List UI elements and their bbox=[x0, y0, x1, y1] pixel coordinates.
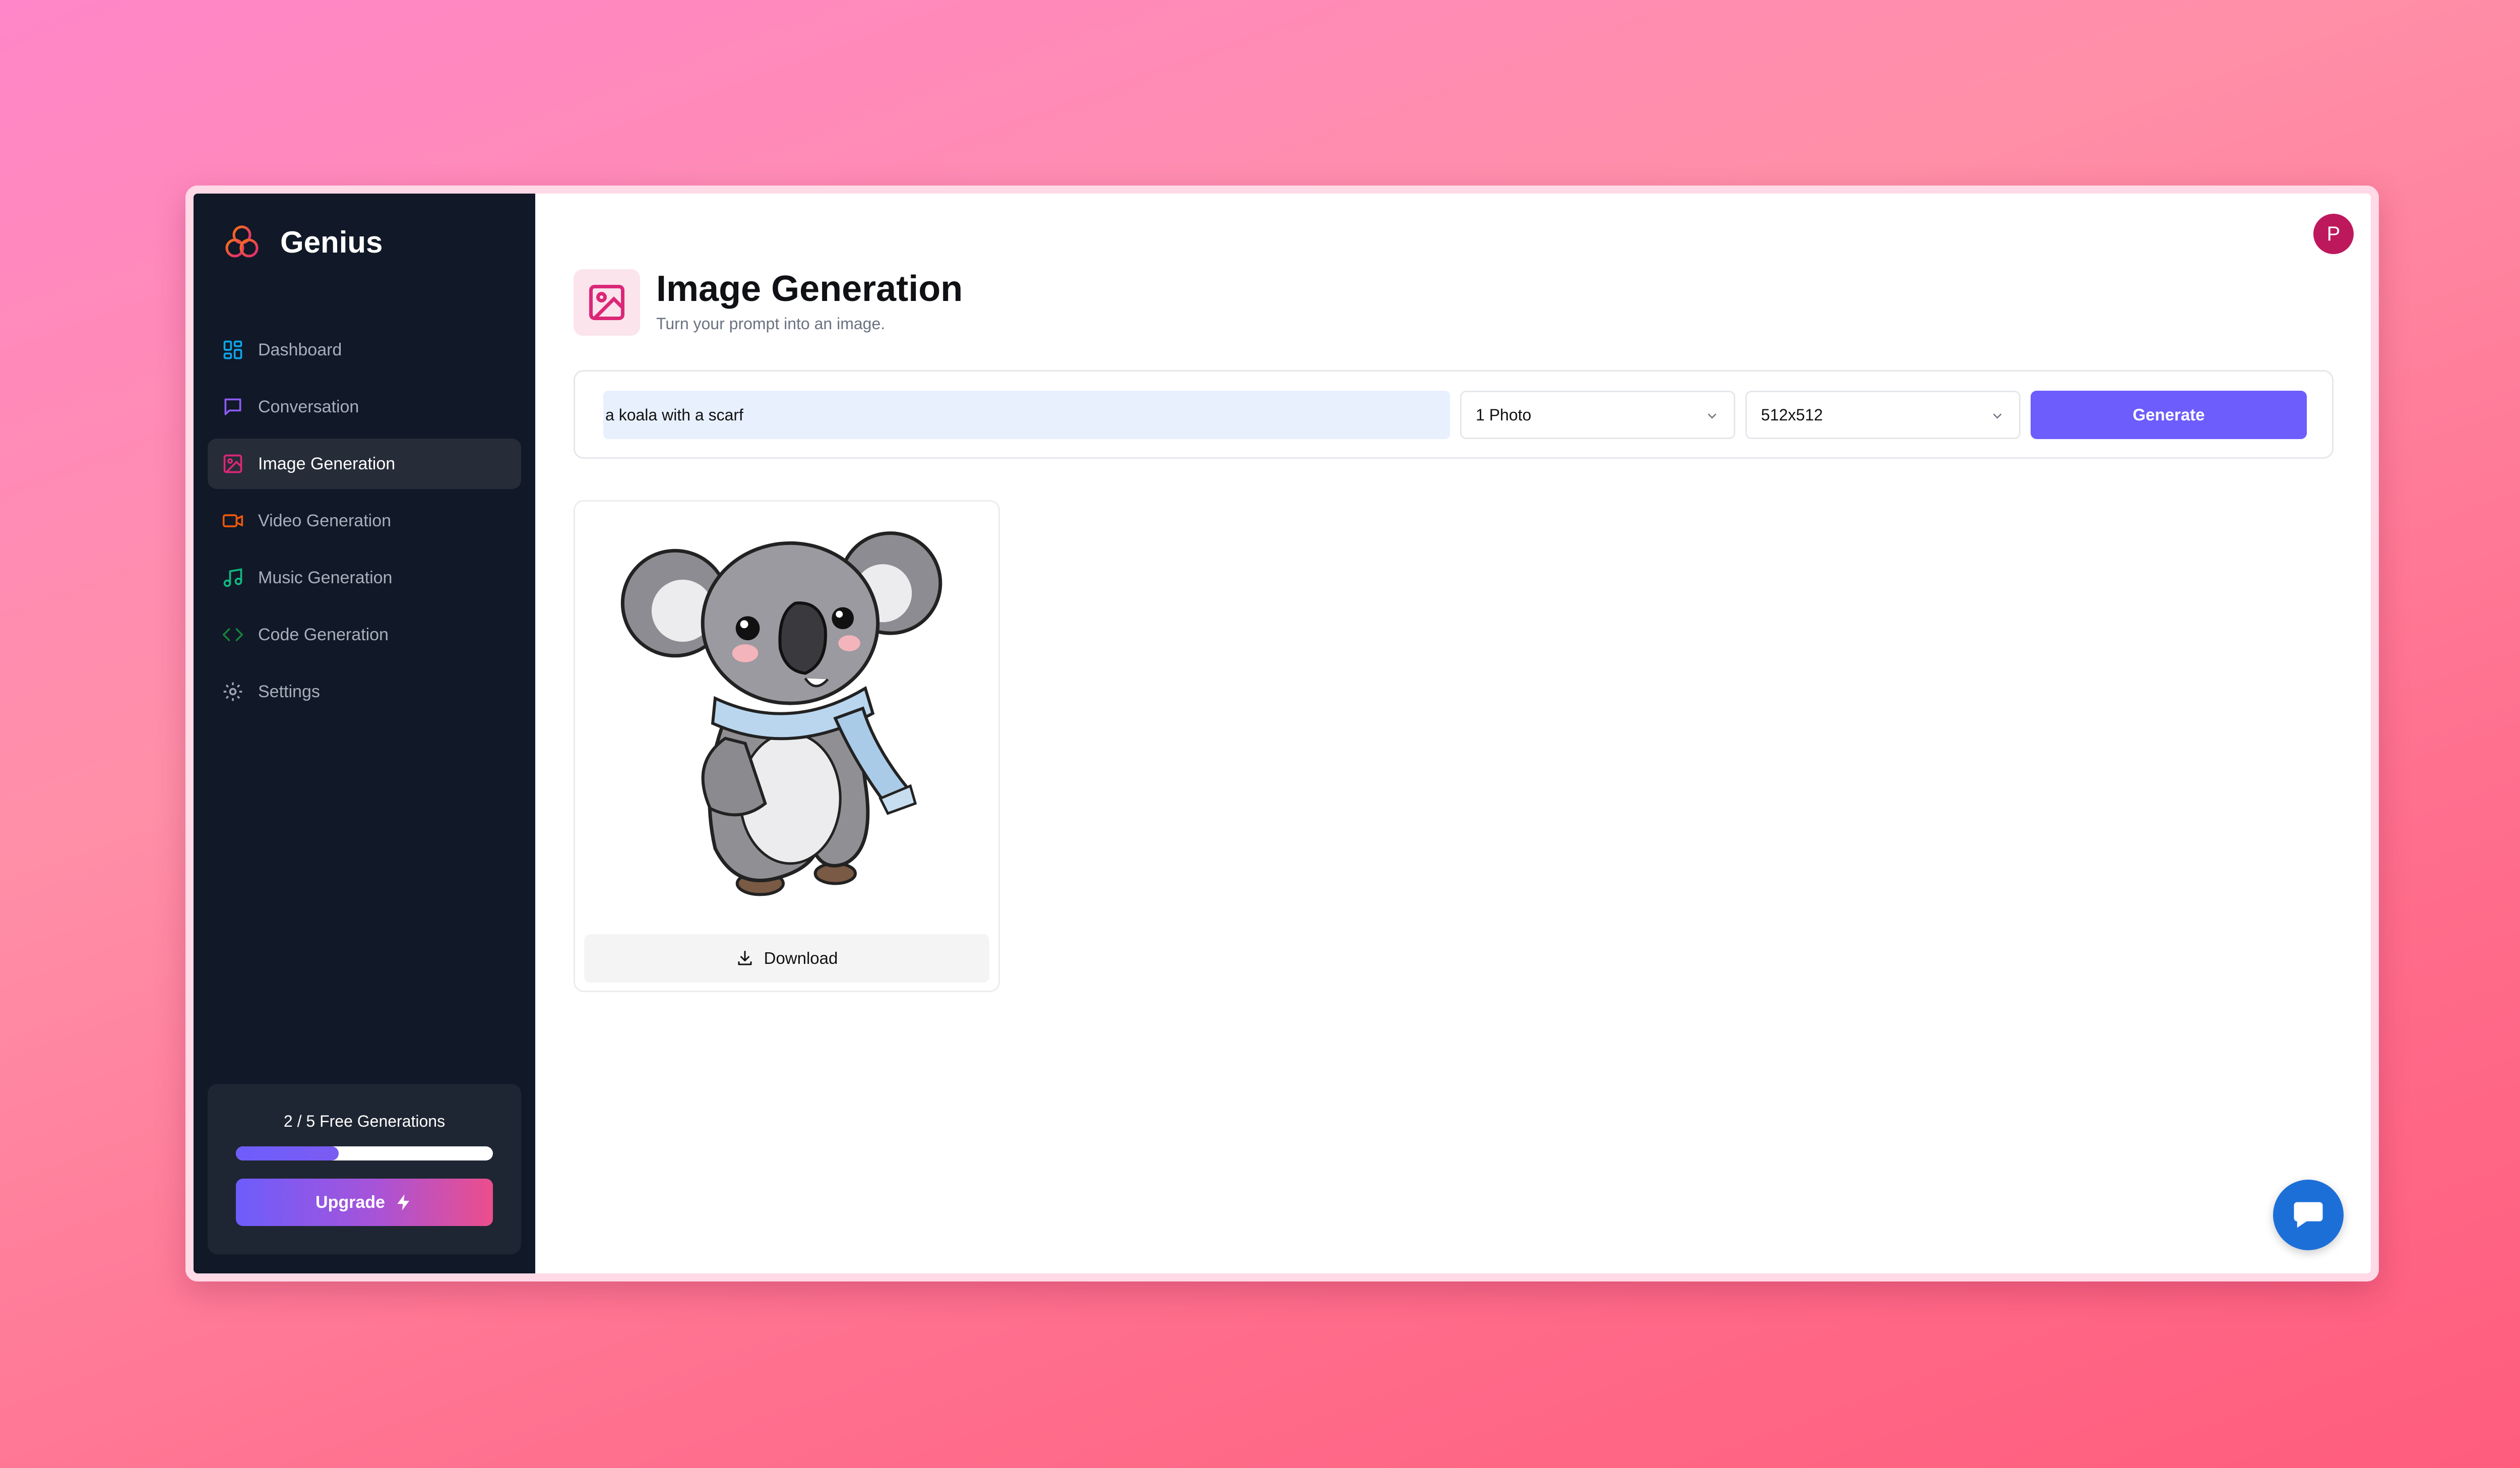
avatar[interactable]: P bbox=[2313, 214, 2354, 254]
sidebar-item-dashboard[interactable]: Dashboard bbox=[208, 325, 521, 375]
sidebar: Genius Dashboard Conversation Image Gene… bbox=[194, 194, 535, 1273]
chat-support-button[interactable] bbox=[2273, 1180, 2344, 1250]
chevron-down-icon bbox=[1708, 413, 1717, 419]
sidebar-item-video-generation[interactable]: Video Generation bbox=[208, 496, 521, 546]
three-circles-logo-icon bbox=[225, 225, 259, 258]
sidebar-item-label: Image Generation bbox=[258, 454, 396, 473]
dashboard-icon bbox=[223, 340, 242, 359]
download-icon bbox=[738, 951, 752, 965]
sidebar-item-image-generation[interactable]: Image Generation bbox=[208, 439, 521, 489]
generate-button[interactable]: Generate bbox=[2031, 391, 2307, 439]
brand-name: Genius bbox=[280, 225, 383, 259]
code-brackets-icon bbox=[222, 628, 243, 641]
sidebar-item-settings[interactable]: Settings bbox=[208, 666, 521, 717]
prompt-input[interactable] bbox=[603, 391, 1450, 439]
free-generations-text: 2 / 5 Free Generations bbox=[283, 1112, 446, 1130]
amount-select-value: 1 Photo bbox=[1476, 405, 1532, 424]
gear-icon bbox=[223, 682, 242, 701]
amount-select[interactable]: 1 Photo bbox=[1460, 391, 1735, 439]
page-title: Image Generation bbox=[656, 269, 963, 309]
generated-image[interactable] bbox=[575, 502, 998, 923]
page-icon bbox=[574, 269, 640, 336]
resolution-select[interactable]: 512x512 bbox=[1745, 391, 2021, 439]
chevron-down-icon bbox=[1993, 413, 2002, 419]
sidebar-nav: Dashboard Conversation Image Generation bbox=[208, 325, 521, 723]
video-icon bbox=[222, 514, 243, 527]
upgrade-label: Upgrade bbox=[316, 1192, 385, 1212]
progress-fill bbox=[236, 1146, 339, 1160]
sidebar-item-label: Settings bbox=[258, 682, 320, 701]
sidebar-item-label: Music Generation bbox=[258, 568, 393, 587]
free-generations-counter: 2 / 5 Free Generations Upgrade bbox=[208, 1084, 521, 1254]
image-icon bbox=[223, 454, 242, 473]
sidebar-item-label: Code Generation bbox=[258, 625, 389, 644]
app-window: Genius Dashboard Conversation Image Gene… bbox=[185, 186, 2379, 1281]
generation-form: 1 Photo 512x512 Generate bbox=[574, 370, 2334, 459]
free-generations-progress bbox=[236, 1146, 493, 1160]
main-content: P Image Generation Turn your prompt into… bbox=[535, 194, 2371, 1273]
music-note-icon bbox=[223, 568, 242, 587]
chat-bubble-icon bbox=[224, 398, 241, 415]
download-label: Download bbox=[764, 949, 838, 967]
sidebar-item-label: Conversation bbox=[258, 397, 359, 416]
download-button[interactable]: Download bbox=[584, 934, 989, 983]
sidebar-item-code-generation[interactable]: Code Generation bbox=[208, 609, 521, 660]
image-icon bbox=[589, 285, 624, 320]
upgrade-button[interactable]: Upgrade bbox=[236, 1179, 493, 1226]
brand[interactable]: Genius bbox=[222, 222, 383, 262]
sidebar-item-label: Video Generation bbox=[258, 511, 392, 530]
sidebar-item-label: Dashboard bbox=[258, 340, 342, 359]
chat-support-icon bbox=[2294, 1202, 2323, 1228]
result-card: Download bbox=[574, 500, 1000, 992]
koala-illustration bbox=[575, 503, 998, 922]
lightning-icon bbox=[397, 1194, 410, 1210]
resolution-select-value: 512x512 bbox=[1761, 405, 1823, 424]
page-subtitle: Turn your prompt into an image. bbox=[656, 315, 886, 333]
sidebar-item-conversation[interactable]: Conversation bbox=[208, 382, 521, 432]
sidebar-item-music-generation[interactable]: Music Generation bbox=[208, 553, 521, 603]
